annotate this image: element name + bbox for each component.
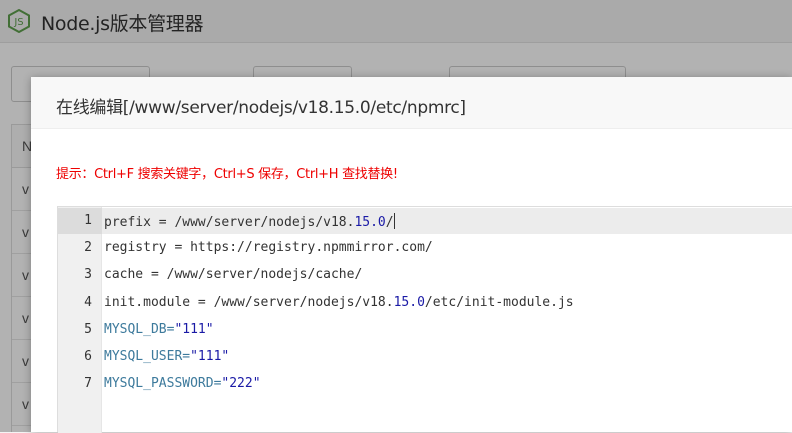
line-number: 3 bbox=[84, 267, 92, 283]
line-number: 6 bbox=[84, 349, 92, 364]
code-line[interactable]: registry = https://registry.npmmirror.co… bbox=[104, 240, 433, 255]
text-cursor bbox=[393, 213, 395, 229]
code-token: "111" bbox=[174, 321, 214, 337]
dialog-title: 在线编辑[/www/server/nodejs/v18.15.0/etc/npm… bbox=[56, 98, 466, 118]
line-number: 4 bbox=[84, 294, 92, 310]
code-token: / bbox=[385, 215, 394, 230]
code-token: "222" bbox=[221, 376, 261, 392]
code-token: MYSQL_DB= bbox=[104, 321, 175, 337]
code-token: MYSQL_PASSWORD= bbox=[104, 376, 222, 392]
code-line[interactable]: prefix = /www/server/nodejs/v18.15.0/ bbox=[104, 213, 395, 230]
code-token: 15.0 bbox=[354, 215, 386, 230]
code-line[interactable]: init.module = /www/server/nodejs/v18.15.… bbox=[104, 295, 574, 310]
shortcut-tip: 提示：Ctrl+F 搜索关键字，Ctrl+S 保存，Ctrl+H 查找替换! bbox=[56, 167, 398, 182]
line-number: 2 bbox=[84, 240, 92, 256]
line-number: 7 bbox=[84, 376, 92, 392]
edit-file-dialog: 在线编辑[/www/server/nodejs/v18.15.0/etc/npm… bbox=[31, 77, 792, 433]
code-token: /etc/init-module.js bbox=[424, 294, 574, 310]
line-number: 1 bbox=[84, 213, 92, 228]
line-number: 5 bbox=[84, 321, 92, 337]
code-line[interactable]: MYSQL_DB="111" bbox=[104, 322, 214, 337]
code-line[interactable]: MYSQL_USER="111" bbox=[104, 349, 229, 364]
code-token: 15.0 bbox=[393, 294, 425, 310]
code-line[interactable]: MYSQL_PASSWORD="222" bbox=[104, 376, 261, 391]
code-token: registry = https://registry.npmmirror.co… bbox=[104, 240, 433, 256]
code-token: init.module = /www/server/nodejs/v18. bbox=[104, 294, 394, 310]
code-token: prefix = /www/server/nodejs/v18. bbox=[104, 215, 355, 230]
code-editor[interactable]: 1 prefix = /www/server/nodejs/v18.15.0/2 r… bbox=[57, 206, 792, 433]
code-line[interactable]: cache = /www/server/nodejs/cache/ bbox=[104, 267, 362, 282]
code-token: "111" bbox=[190, 349, 230, 364]
code-token: MYSQL_USER= bbox=[104, 349, 191, 364]
code-token: cache = /www/server/nodejs/cache/ bbox=[104, 267, 363, 283]
dialog-title-bar[interactable]: 在线编辑[/www/server/nodejs/v18.15.0/etc/npm… bbox=[31, 77, 792, 129]
